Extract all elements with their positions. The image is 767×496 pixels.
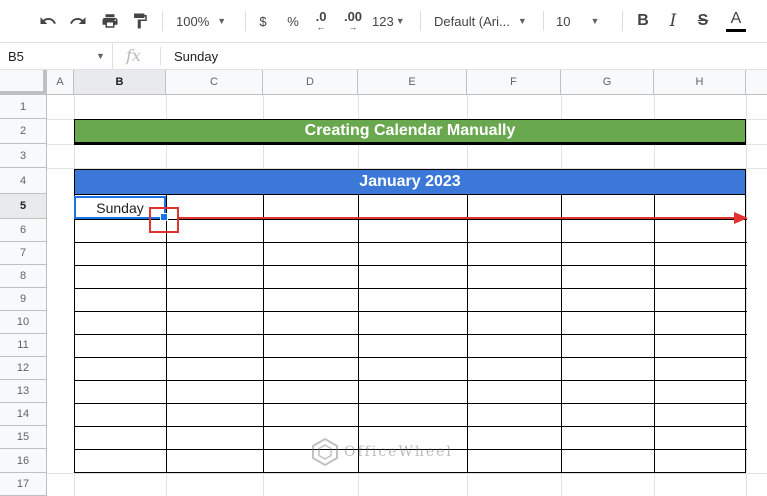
row-header-1[interactable]: 1 — [0, 95, 47, 119]
column-header-c[interactable]: C — [166, 70, 263, 95]
calendar-border — [75, 242, 747, 243]
column-header-a[interactable]: A — [47, 70, 74, 95]
row-header-7[interactable]: 7 — [0, 242, 47, 265]
row-header-9[interactable]: 9 — [0, 288, 47, 311]
formula-bar: B5 ▼ fx Sunday — [0, 43, 767, 70]
paint-format-icon[interactable] — [128, 9, 152, 33]
percent-button[interactable]: % — [284, 9, 302, 33]
cell-value: Sunday — [96, 199, 144, 216]
formula-input[interactable]: Sunday — [174, 49, 218, 64]
row-header-8[interactable]: 8 — [0, 265, 47, 288]
calendar-border — [75, 265, 747, 266]
row-header-4[interactable]: 4 — [0, 168, 47, 194]
calendar-border — [75, 403, 747, 404]
decrease-decimals-button[interactable]: .0 ← — [310, 9, 332, 33]
column-header-h[interactable]: H — [654, 70, 746, 95]
toolbar-separator — [622, 11, 623, 31]
watermark-text: OfficeWheel — [344, 444, 453, 460]
row-header-12[interactable]: 12 — [0, 357, 47, 380]
calendar-border — [75, 426, 747, 427]
fx-icon: fx — [126, 46, 141, 65]
row-header-16[interactable]: 16 — [0, 449, 47, 473]
column-header-overflow — [746, 70, 767, 95]
font-size-select[interactable]: 10 ▼ — [556, 9, 606, 33]
drag-arrow-icon — [178, 212, 748, 224]
text-color-swatch — [726, 28, 746, 32]
column-header-f[interactable]: F — [467, 70, 561, 95]
row-header-3[interactable]: 3 — [0, 144, 47, 168]
chevron-down-icon: ▼ — [590, 16, 600, 26]
column-header-d[interactable]: D — [263, 70, 358, 95]
calendar-border — [75, 311, 747, 312]
calendar-title-cell[interactable]: Creating Calendar Manually — [74, 119, 746, 145]
italic-button[interactable]: I — [664, 9, 682, 33]
row-header-14[interactable]: 14 — [0, 403, 47, 426]
bold-button[interactable]: B — [634, 9, 652, 33]
currency-button[interactable]: $ — [254, 9, 272, 33]
increase-decimals-button[interactable]: .00 → — [340, 9, 366, 33]
row-header-2[interactable]: 2 — [0, 119, 47, 144]
column-header-b[interactable]: B — [74, 70, 166, 95]
chevron-down-icon: ▼ — [395, 16, 405, 26]
row-header-6[interactable]: 6 — [0, 219, 47, 242]
officewheel-logo-icon — [312, 438, 338, 466]
row-header-11[interactable]: 11 — [0, 334, 47, 357]
arrow-right-icon: → — [348, 22, 358, 32]
row-header-15[interactable]: 15 — [0, 426, 47, 449]
print-icon[interactable] — [98, 9, 122, 33]
toolbar-separator — [420, 11, 421, 31]
calendar-grid — [74, 195, 747, 473]
toolbar: 100% ▼ $ % .0 ← .00 → 123 ▼ Default (Ari… — [0, 0, 767, 43]
chevron-down-icon: ▼ — [517, 16, 527, 26]
month-header-cell[interactable]: January 2023 — [74, 169, 746, 195]
row-header-10[interactable]: 10 — [0, 311, 47, 334]
calendar-border — [75, 288, 747, 289]
gridline — [47, 473, 767, 474]
select-all-corner[interactable] — [0, 70, 47, 95]
spreadsheet-grid: A B C D E F G H 1 2 3 4 5 6 7 8 9 10 11 … — [0, 70, 767, 496]
redo-icon[interactable] — [66, 9, 90, 33]
arrow-left-icon: ← — [316, 22, 326, 32]
calendar-border — [75, 357, 747, 358]
calendar-border — [75, 334, 747, 335]
row-header-5[interactable]: 5 — [0, 194, 47, 219]
name-box[interactable]: B5 ▼ — [0, 43, 113, 69]
strikethrough-button[interactable]: S — [694, 9, 712, 33]
toolbar-separator — [543, 11, 544, 31]
font-select[interactable]: Default (Ari... ▼ — [434, 9, 534, 33]
column-header-g[interactable]: G — [561, 70, 654, 95]
more-formats-button[interactable]: 123 ▼ — [372, 9, 410, 33]
gridline — [746, 95, 747, 496]
text-color-button[interactable]: A — [724, 9, 748, 33]
row-header-13[interactable]: 13 — [0, 380, 47, 403]
undo-icon[interactable] — [36, 9, 60, 33]
calendar-border — [75, 380, 747, 381]
formula-separator — [160, 47, 161, 65]
fill-handle-highlight — [149, 207, 179, 233]
row-header-17[interactable]: 17 — [0, 473, 47, 496]
toolbar-separator — [245, 11, 246, 31]
column-header-e[interactable]: E — [358, 70, 467, 95]
zoom-select[interactable]: 100% ▼ — [176, 9, 238, 33]
zoom-value: 100% — [176, 13, 210, 29]
watermark-logo: OfficeWheel — [312, 438, 453, 466]
chevron-down-icon: ▼ — [96, 51, 105, 61]
chevron-down-icon: ▼ — [217, 16, 227, 26]
toolbar-separator — [162, 11, 163, 31]
